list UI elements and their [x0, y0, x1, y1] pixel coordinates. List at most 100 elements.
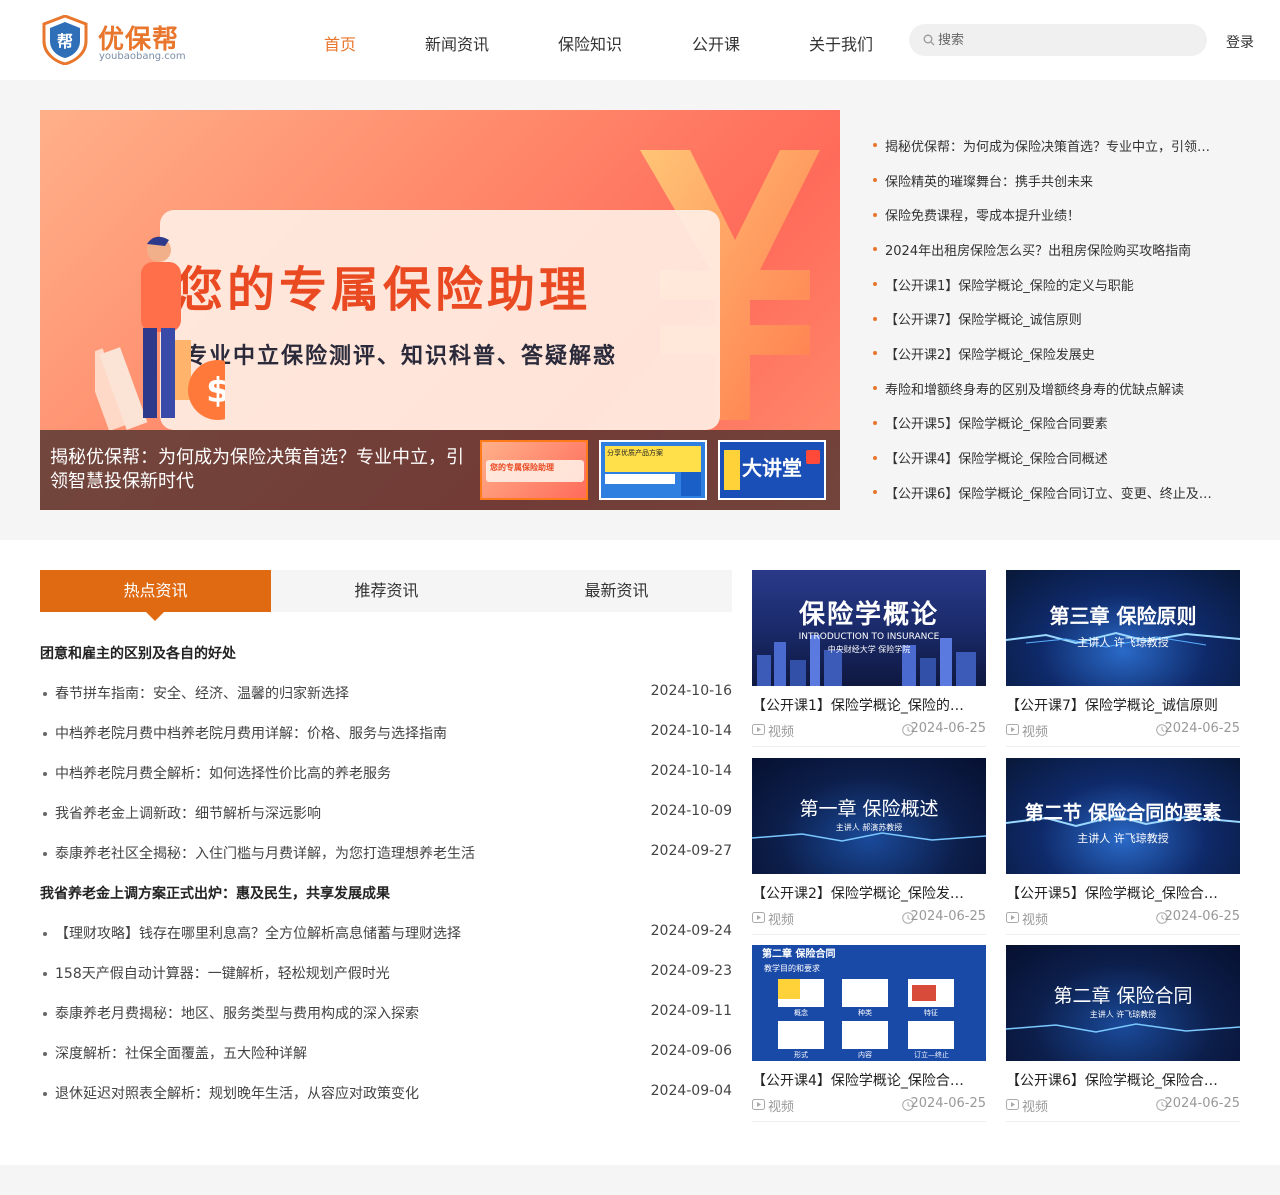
side-news-item[interactable]: 【公开课4】保险学概论_保险合同概述: [870, 440, 1240, 475]
cover-subtitle: 主讲人 郝演苏教授: [835, 823, 903, 832]
banner-title: 您的专属保险助理: [175, 262, 592, 318]
nav-home[interactable]: 首页: [324, 31, 356, 55]
video-meta: 视频 2024-06-25: [1006, 909, 1240, 928]
article-row[interactable]: 深度解析：社保全面覆盖，五大险种详解 2024-09-06: [40, 1043, 732, 1063]
side-news-item[interactable]: 【公开课7】保险学概论_诚信原则: [870, 301, 1240, 336]
search-icon[interactable]: [923, 34, 935, 46]
cover-subtitle: 主讲人 许飞琼教授: [1077, 832, 1169, 845]
person-illustration: $: [95, 236, 225, 430]
site-header: 帮 优保帮 youbaobang.com 首页 新闻资讯 保险知识 公开课 关于…: [0, 0, 1280, 80]
video-meta: 视频 2024-06-25: [752, 909, 986, 928]
banner-caption[interactable]: 揭秘优保帮：为何成为保险决策首选？专业中立，引领智慧投保新时代: [50, 446, 480, 494]
video-card[interactable]: 第二章 保险合同 教学目的和要求 概念 种类 特征 形式 内容 订立—终止 【公…: [752, 945, 986, 1122]
video-cover[interactable]: 保险学概论 INTRODUCTION TO INSURANCE 中央财经大学 保…: [752, 570, 986, 686]
video-icon: [1006, 1099, 1019, 1110]
article-row[interactable]: 【理财攻略】钱存在哪里利息高？全方位解析高息储蓄与理财选择 2024-09-24: [40, 923, 732, 943]
article-row[interactable]: 中档养老院月费全解析：如何选择性价比高的养老服务 2024-10-14: [40, 763, 732, 783]
banner-carousel[interactable]: 您的专属保险助理 专业中立保险测评、知识科普、答疑解惑 $ 揭秘优保帮：为何成为…: [40, 110, 840, 510]
cover-subtitle: 主讲人 许飞琼教授: [1077, 636, 1169, 649]
side-news-item[interactable]: 【公开课1】保险学概论_保险的定义与职能: [870, 267, 1240, 302]
search-input[interactable]: [938, 24, 1200, 56]
cover-subtitle: INTRODUCTION TO INSURANCE: [798, 632, 940, 642]
article-row[interactable]: 春节拼车指南：安全、经济、温馨的归家新选择 2024-10-16: [40, 683, 732, 703]
video-title[interactable]: 【公开课2】保险学概论_保险发…: [752, 883, 986, 903]
banner-thumb-3[interactable]: 大讲堂: [718, 440, 826, 500]
side-news-item[interactable]: 【公开课6】保险学概论_保险合同订立、变更、终止及…: [870, 475, 1240, 510]
video-meta: 视频 2024-06-25: [752, 1096, 986, 1115]
article-row[interactable]: 我省养老金上调新政：细节解析与深远影响 2024-10-09: [40, 803, 732, 823]
video-icon: [752, 724, 765, 735]
video-icon: [752, 912, 765, 923]
banner-thumb-1[interactable]: 您的专属保险助理: [480, 440, 588, 500]
video-title[interactable]: 【公开课7】保险学概论_诚信原则: [1006, 695, 1240, 715]
video-cover[interactable]: 第二章 保险合同 主讲人 许飞琼教授: [1006, 945, 1240, 1061]
banner-thumb-2[interactable]: 分享优质产品方案: [599, 440, 707, 500]
thumb-1-text: 您的专属保险助理: [490, 463, 554, 472]
video-cover[interactable]: 第一章 保险概述 主讲人 郝演苏教授: [752, 758, 986, 874]
side-news-item[interactable]: 保险免费课程，零成本提升业绩！: [870, 197, 1240, 232]
article-headline[interactable]: 我省养老金上调方案正式出炉：惠及民生，共享发展成果: [40, 883, 390, 903]
article-row[interactable]: 泰康养老月费揭秘：地区、服务类型与费用构成的深入探索 2024-09-11: [40, 1003, 732, 1023]
shield-logo-icon: 帮: [42, 15, 88, 65]
login-link[interactable]: 登录: [1226, 32, 1254, 52]
logo-badge: 帮: [57, 32, 73, 51]
site-logo[interactable]: 帮 优保帮 youbaobang.com: [42, 15, 192, 67]
nav-knowledge[interactable]: 保险知识: [558, 31, 622, 55]
banner-subtitle: 专业中立保险测评、知识科普、答疑解惑: [185, 343, 618, 369]
cover-title: 第三章 保险原则: [1049, 604, 1197, 628]
side-news-item[interactable]: 【公开课5】保险学概论_保险合同要素: [870, 406, 1240, 441]
video-cover[interactable]: 第三章 保险原则 主讲人 许飞琼教授: [1006, 570, 1240, 686]
video-card[interactable]: 第一章 保险概述 主讲人 郝演苏教授 【公开课2】保险学概论_保险发… 视频 2…: [752, 758, 986, 935]
article-row[interactable]: 退休延迟对照表全解析：规划晚年生活，从容应对政策变化 2024-09-04: [40, 1083, 732, 1103]
cover-subtitle: 中央财经大学 保险学院: [827, 645, 911, 654]
video-icon: [752, 1099, 765, 1110]
video-meta: 视频 2024-06-25: [1006, 721, 1240, 740]
cover-subtitle: 教学目的和要求: [764, 964, 820, 973]
tab-recommended[interactable]: 推荐资讯: [271, 570, 502, 612]
lightning-decoration-icon: [1006, 1023, 1240, 1033]
cover-title: 第二章 保险合同: [762, 949, 836, 960]
video-cover[interactable]: 第二节 保险合同的要素 主讲人 许飞琼教授: [1006, 758, 1240, 874]
article-row[interactable]: 中档养老院月费中档养老院月费用详解：价格、服务与选择指南 2024-10-14: [40, 723, 732, 743]
video-card[interactable]: 保险学概论 INTRODUCTION TO INSURANCE 中央财经大学 保…: [752, 570, 986, 747]
cover-title: 第二章 保险合同: [1053, 985, 1193, 1007]
tab-active-pointer: [146, 612, 164, 621]
thumb-3-text: 大讲堂: [742, 456, 802, 480]
nav-open-course[interactable]: 公开课: [692, 31, 740, 55]
video-card[interactable]: 第三章 保险原则 主讲人 许飞琼教授 【公开课7】保险学概论_诚信原则 视频 2…: [1006, 570, 1240, 747]
cover-subtitle: 主讲人 许飞琼教授: [1089, 1010, 1157, 1019]
footer-strip: [0, 1165, 1280, 1195]
side-news-list: 揭秘优保帮：为何成为保险决策首选？专业中立，引领… 保险精英的璀璨舞台：携手共创…: [870, 128, 1240, 510]
cover-title: 保险学概论: [798, 600, 939, 630]
side-news-item[interactable]: 【公开课2】保险学概论_保险发展史: [870, 336, 1240, 371]
tab-hot[interactable]: 热点资讯: [40, 570, 271, 612]
video-card[interactable]: 第二节 保险合同的要素 主讲人 许飞琼教授 【公开课5】保险学概论_保险合… 视…: [1006, 758, 1240, 935]
thumb-2-text: 分享优质产品方案: [607, 449, 663, 457]
video-meta: 视频 2024-06-25: [1006, 1096, 1240, 1115]
side-news-item[interactable]: 揭秘优保帮：为何成为保险决策首选？专业中立，引领…: [870, 128, 1240, 163]
article-row[interactable]: 158天产假自动计算器：一键解析，轻松规划产假时光 2024-09-23: [40, 963, 732, 983]
side-news-item[interactable]: 保险精英的璀璨舞台：携手共创未来: [870, 163, 1240, 198]
video-title[interactable]: 【公开课1】保险学概论_保险的…: [752, 695, 986, 715]
nav-news[interactable]: 新闻资讯: [425, 31, 489, 55]
tab-latest[interactable]: 最新资讯: [501, 570, 732, 612]
svg-text:$: $: [206, 371, 225, 411]
nav-about[interactable]: 关于我们: [809, 31, 873, 55]
banner-card: [160, 210, 720, 430]
video-title[interactable]: 【公开课5】保险学概论_保险合…: [1006, 883, 1240, 903]
video-title[interactable]: 【公开课4】保险学概论_保险合…: [752, 1070, 986, 1090]
video-meta: 视频 2024-06-25: [752, 721, 986, 740]
video-title[interactable]: 【公开课6】保险学概论_保险合…: [1006, 1070, 1240, 1090]
video-icon: [1006, 724, 1019, 735]
side-news-item[interactable]: 寿险和增额终身寿的区别及增额终身寿的优缺点解读: [870, 371, 1240, 406]
video-card[interactable]: 第二章 保险合同 主讲人 许飞琼教授 【公开课6】保险学概论_保险合… 视频 2…: [1006, 945, 1240, 1122]
cover-title: 第一章 保险概述: [799, 798, 939, 820]
article-row[interactable]: 泰康养老社区全揭秘：入住门槛与月费详解，为您打造理想养老生活 2024-09-27: [40, 843, 732, 863]
video-cover[interactable]: 第二章 保险合同 教学目的和要求 概念 种类 特征 形式 内容 订立—终止: [752, 945, 986, 1061]
video-icon: [1006, 912, 1019, 923]
logo-domain: youbaobang.com: [99, 51, 186, 62]
cover-title: 第二节 保险合同的要素: [1024, 802, 1222, 824]
news-tabs: 热点资讯 推荐资讯 最新资讯: [40, 570, 732, 612]
side-news-item[interactable]: 2024年出租房保险怎么买？出租房保险购买攻略指南: [870, 232, 1240, 267]
article-headline[interactable]: 团意和雇主的区别及各自的好处: [40, 643, 236, 663]
